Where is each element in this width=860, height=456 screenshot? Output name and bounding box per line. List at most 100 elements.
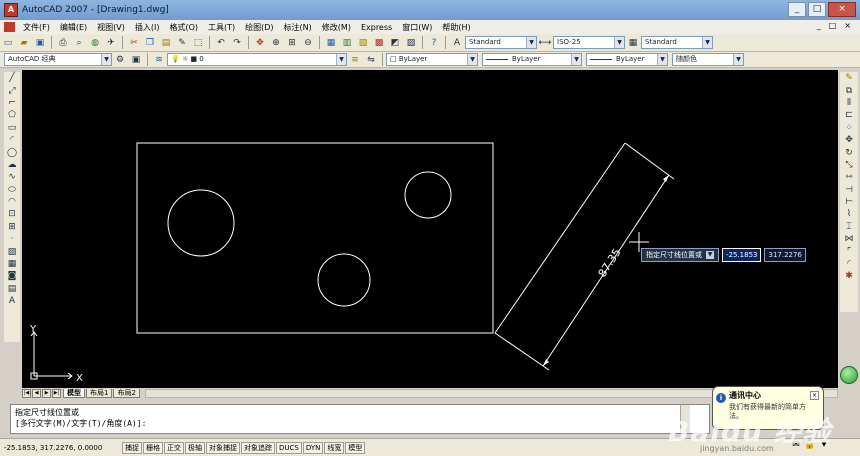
menu-file[interactable]: 文件(F) <box>18 22 55 33</box>
sheet-set-icon[interactable]: ▩ <box>372 36 386 50</box>
text-style-select[interactable]: Standard ▼ <box>465 36 537 49</box>
layer-select[interactable]: 💡 ☼ ■ 0 ▼ <box>167 53 347 66</box>
erase-icon[interactable]: ✎ <box>843 72 856 84</box>
multiline-text-icon[interactable]: A <box>6 295 19 307</box>
construction-line-icon[interactable]: ⤢ <box>6 84 19 96</box>
publish-icon[interactable]: ◍ <box>88 36 102 50</box>
make-block-icon[interactable]: ⊞ <box>6 221 19 233</box>
menu-dimension[interactable]: 标注(N) <box>279 22 317 33</box>
balloon-close-icon[interactable]: × <box>810 391 819 400</box>
polyline-icon[interactable]: ⌐ <box>6 97 19 109</box>
undo-icon[interactable]: ↶ <box>214 36 228 50</box>
insert-block-icon[interactable]: ⊡ <box>6 208 19 220</box>
menu-express[interactable]: Express <box>356 23 397 32</box>
spline-icon[interactable]: ∿ <box>6 171 19 183</box>
table-style-select[interactable]: Standard ▼ <box>641 36 713 49</box>
print-preview-icon[interactable]: ⌕ <box>72 36 86 50</box>
ducs-toggle[interactable]: DUCS <box>276 441 302 454</box>
workspace-settings-icon[interactable]: ⚙ <box>113 53 127 67</box>
doc-restore-button[interactable]: □ <box>826 21 840 30</box>
menu-tools[interactable]: 工具(T) <box>203 22 240 33</box>
drawing-canvas[interactable]: 87.35 Y X 指定尺寸线位置或 ▼ -25.1853 317.2276 <box>22 70 838 388</box>
quickcalc-icon[interactable]: ▨ <box>404 36 418 50</box>
comm-center-status-icon[interactable] <box>840 366 858 384</box>
circle-icon[interactable]: ◯ <box>6 146 19 158</box>
zoom-realtime-icon[interactable]: ⊕ <box>269 36 283 50</box>
polygon-icon[interactable]: ⬠ <box>6 109 19 121</box>
mirror-icon[interactable]: ⫴ <box>843 97 856 109</box>
tab-layout1[interactable]: 布局1 <box>86 389 113 398</box>
chamfer-icon[interactable]: ⌜ <box>843 245 856 257</box>
dynamic-input-y[interactable]: 317.2276 <box>764 248 806 262</box>
tab-model[interactable]: 模型 <box>63 389 85 398</box>
plotstyle-select[interactable]: 随颜色 ▼ <box>672 53 744 66</box>
doc-minimize-button[interactable]: _ <box>814 21 824 30</box>
menu-view[interactable]: 视图(V) <box>92 22 130 33</box>
design-center-icon[interactable]: ▥ <box>340 36 354 50</box>
array-icon[interactable]: ⁘ <box>843 122 856 134</box>
layer-manager-icon[interactable]: ≋ <box>152 53 166 67</box>
properties-icon[interactable]: ▦ <box>324 36 338 50</box>
model-toggle[interactable]: 模型 <box>345 441 366 454</box>
tab-layout2[interactable]: 布局2 <box>113 389 140 398</box>
explode-icon[interactable]: ✱ <box>843 270 856 282</box>
minimize-button[interactable]: _ <box>788 2 806 17</box>
tab-first-button[interactable]: |◀ <box>22 389 31 398</box>
dim-style-select[interactable]: ISO-25 ▼ <box>553 36 625 49</box>
hatch-icon[interactable]: ▨ <box>6 245 19 257</box>
workspace-select[interactable]: AutoCAD 经典 ▼ <box>4 53 112 66</box>
open-folder-icon[interactable]: ▰ <box>17 36 31 50</box>
menu-window[interactable]: 窗口(W) <box>397 22 437 33</box>
table-icon[interactable]: ▤ <box>6 283 19 295</box>
close-button[interactable]: × <box>828 2 856 17</box>
otrack-toggle[interactable]: 对象追踪 <box>241 441 275 454</box>
fillet-icon[interactable]: ◜ <box>843 258 856 270</box>
zoom-previous-icon[interactable]: ⊖ <box>301 36 315 50</box>
hole-top-right[interactable] <box>404 171 452 219</box>
lineweight-select[interactable]: ByLayer ▼ <box>586 53 668 66</box>
line-icon[interactable]: ╱ <box>6 72 19 84</box>
stretch-icon[interactable]: ⇿ <box>843 171 856 183</box>
extend-icon[interactable]: ⊢ <box>843 196 856 208</box>
break-at-point-icon[interactable]: ⌇ <box>843 208 856 220</box>
tab-next-button[interactable]: ▶ <box>42 389 51 398</box>
region-icon[interactable]: ◙ <box>6 270 19 282</box>
doc-close-button[interactable]: × <box>841 21 854 30</box>
document-icon[interactable] <box>4 22 15 32</box>
color-select[interactable]: □ ByLayer ▼ <box>386 53 478 66</box>
move-icon[interactable]: ✥ <box>843 134 856 146</box>
offset-icon[interactable]: ⊏ <box>843 109 856 121</box>
arc-icon[interactable]: ◜ <box>6 134 19 146</box>
command-window[interactable]: 指定尺寸线位置或 [多行文字(M)/文字(T)/角度(A)]: <box>10 404 710 434</box>
linetype-select[interactable]: ByLayer ▼ <box>482 53 582 66</box>
pan-icon[interactable]: ✥ <box>253 36 267 50</box>
match-properties-icon[interactable]: ✎ <box>175 36 189 50</box>
ortho-toggle[interactable]: 正交 <box>164 441 184 454</box>
dynamic-input-x[interactable]: -25.1853 <box>722 248 762 262</box>
gradient-icon[interactable]: ▦ <box>6 258 19 270</box>
trim-icon[interactable]: ⊣ <box>843 184 856 196</box>
tab-prev-button[interactable]: ◀ <box>32 389 41 398</box>
break-icon[interactable]: ⌶ <box>843 221 856 233</box>
menu-help[interactable]: 帮助(H) <box>437 22 475 33</box>
help-icon[interactable]: ? <box>427 36 441 50</box>
snap-toggle[interactable]: 捕捉 <box>122 441 142 454</box>
ellipse-icon[interactable]: ⬭ <box>6 184 19 196</box>
cut-icon[interactable]: ✂ <box>127 36 141 50</box>
zoom-window-icon[interactable]: ⊞ <box>285 36 299 50</box>
copy-icon[interactable]: ❐ <box>143 36 157 50</box>
menu-modify[interactable]: 修改(M) <box>317 22 356 33</box>
dropdown-arrow-icon[interactable]: ▼ <box>706 251 714 259</box>
join-icon[interactable]: ⋈ <box>843 233 856 245</box>
tool-palettes-icon[interactable]: ▧ <box>356 36 370 50</box>
tab-last-button[interactable]: ▶| <box>52 389 61 398</box>
markup-icon[interactable]: ◩ <box>388 36 402 50</box>
slanted-edge[interactable] <box>494 142 626 334</box>
redo-icon[interactable]: ↷ <box>230 36 244 50</box>
lineweight-toggle[interactable]: 线宽 <box>324 441 345 454</box>
block-editor-icon[interactable]: ⬚ <box>191 36 205 50</box>
coordinate-readout[interactable]: -25.1853, 317.2276, 0.0000 <box>4 444 122 452</box>
paste-icon[interactable]: ▤ <box>159 36 173 50</box>
make-object-layer-current-icon[interactable]: ≡ <box>348 53 362 67</box>
menu-draw[interactable]: 绘图(D) <box>240 22 278 33</box>
